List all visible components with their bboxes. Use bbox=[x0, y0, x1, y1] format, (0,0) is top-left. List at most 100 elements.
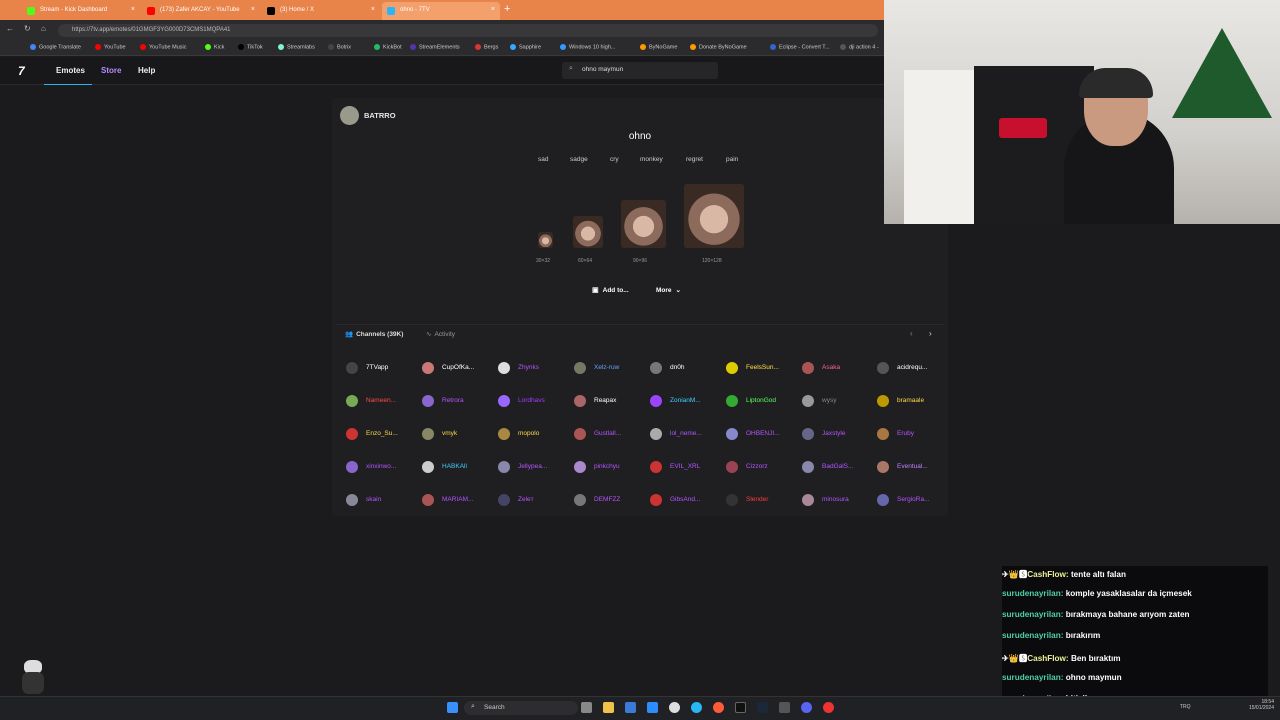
channel-name: FeelsSun... bbox=[746, 364, 779, 371]
bookmark-item[interactable]: Google Translate bbox=[30, 44, 81, 50]
nav-active-indicator bbox=[44, 84, 92, 85]
tab-channels[interactable]: 👥 Channels (39K) bbox=[345, 330, 403, 338]
channel-avatar bbox=[422, 395, 434, 407]
tag-regret[interactable]: regret bbox=[686, 156, 703, 163]
obs-icon[interactable] bbox=[735, 702, 746, 713]
tag-sadge[interactable]: sadge bbox=[570, 156, 588, 163]
discord-icon[interactable] bbox=[801, 702, 812, 713]
browser-tab[interactable]: (3) Home / X × bbox=[262, 2, 380, 20]
bookmark-label: Kick bbox=[214, 44, 225, 51]
bookmark-icon bbox=[95, 44, 101, 50]
close-tab-icon[interactable]: × bbox=[371, 6, 375, 13]
chat-username: CashFlow bbox=[1027, 654, 1066, 663]
browser-tab[interactable]: Stream - Kick Dashboard × bbox=[22, 2, 140, 20]
chat-username: surudenayrilan bbox=[1002, 589, 1061, 598]
bookmark-label: Windows 10 high... bbox=[569, 44, 616, 51]
close-tab-icon[interactable]: × bbox=[491, 6, 495, 13]
task-view-icon[interactable] bbox=[581, 702, 592, 713]
tag-cry[interactable]: cry bbox=[610, 156, 619, 163]
channel-name: xinxinwo... bbox=[366, 463, 397, 470]
bookmark-item[interactable]: YouTube Music bbox=[140, 44, 187, 50]
chevron-down-icon: ⌄ bbox=[675, 287, 681, 294]
bookmark-item[interactable]: Streamlabs bbox=[278, 44, 315, 50]
tag-monkey[interactable]: monkey bbox=[640, 156, 663, 163]
bookmark-item[interactable]: Kick bbox=[205, 44, 224, 50]
next-page-icon[interactable]: › bbox=[929, 329, 932, 338]
owner-avatar[interactable] bbox=[340, 106, 359, 125]
store-icon[interactable] bbox=[625, 702, 636, 713]
bookmark-item[interactable]: Botrix bbox=[328, 44, 351, 50]
search-input[interactable]: ⌕ ohno maymun bbox=[562, 62, 718, 79]
channel-name: minosura bbox=[822, 496, 849, 503]
address-text: https://7tv.app/emotes/01GMGF3YG000D73CM… bbox=[72, 27, 231, 33]
tray-language[interactable]: TRQ bbox=[1180, 704, 1191, 710]
channel-avatar bbox=[802, 395, 814, 407]
bookmark-item[interactable]: TikTok bbox=[238, 44, 263, 50]
channel-avatar bbox=[422, 494, 434, 506]
new-tab-button[interactable]: + bbox=[504, 3, 510, 15]
channel-avatar bbox=[877, 461, 889, 473]
reload-icon[interactable]: ↻ bbox=[24, 24, 31, 33]
bookmark-item[interactable]: Donate ByNoGame bbox=[690, 44, 747, 50]
bookmark-item[interactable]: Eclipse - Convert T... bbox=[770, 44, 830, 50]
nav-store[interactable]: Store bbox=[101, 66, 121, 75]
close-tab-icon[interactable]: × bbox=[131, 6, 135, 13]
channel-name: ZonianM... bbox=[670, 397, 701, 404]
search-icon: ⌕ bbox=[569, 65, 573, 72]
steam-icon[interactable] bbox=[757, 702, 768, 713]
channel-name: Slender bbox=[746, 496, 769, 503]
channel-name: Eventual... bbox=[897, 463, 928, 470]
bookmark-icon bbox=[510, 44, 516, 50]
bookmark-item[interactable]: ByNoGame bbox=[640, 44, 677, 50]
bookmark-item[interactable]: StreamElements bbox=[410, 44, 460, 50]
chat-message: ✈👑🆂CashFlow: tente altı falan bbox=[1002, 566, 1268, 586]
clock[interactable]: 18:54 15/01/2024 bbox=[1238, 699, 1274, 711]
address-bar[interactable]: https://7tv.app/emotes/01GMGF3YG000D73CM… bbox=[58, 24, 878, 37]
channel-name: wysy bbox=[822, 397, 837, 404]
7tv-logo[interactable]: 7 bbox=[18, 64, 25, 78]
channel-name: MARIAM... bbox=[442, 496, 474, 503]
mail-icon[interactable] bbox=[647, 702, 658, 713]
app-icon-3[interactable] bbox=[823, 702, 834, 713]
chat-message: surudenayrilan: bırakmaya bahane arıyom … bbox=[1002, 608, 1268, 628]
more-button[interactable]: More ⌄ bbox=[656, 286, 692, 297]
nav-help[interactable]: Help bbox=[138, 66, 155, 75]
owner-name[interactable]: BATRRO bbox=[364, 111, 396, 120]
add-to-button[interactable]: ▣ Add to... bbox=[592, 286, 640, 297]
browser-tab[interactable]: ohno - 7TV × bbox=[382, 2, 500, 20]
edge-icon[interactable] bbox=[691, 702, 702, 713]
app-icon[interactable] bbox=[713, 702, 724, 713]
bookmark-item[interactable]: Sapphire bbox=[510, 44, 541, 50]
bookmark-item[interactable]: Windows 10 high... bbox=[560, 44, 615, 50]
channel-name: dn0h bbox=[670, 364, 685, 371]
tab-label: Stream - Kick Dashboard bbox=[40, 7, 108, 13]
channel-name: Retrora bbox=[442, 397, 464, 404]
tag-sad[interactable]: sad bbox=[538, 156, 548, 163]
app-icon-2[interactable] bbox=[779, 702, 790, 713]
tab-activity[interactable]: ∿ Activity bbox=[426, 330, 455, 338]
browser-tab[interactable]: (173) Zafer AKCAY - YouTube × bbox=[142, 2, 260, 20]
bookmark-item[interactable]: KickBot bbox=[374, 44, 402, 50]
bookmark-item[interactable]: YouTube bbox=[95, 44, 126, 50]
channel-avatar bbox=[802, 428, 814, 440]
file-explorer-icon[interactable] bbox=[603, 702, 614, 713]
back-icon[interactable]: ← bbox=[6, 24, 14, 33]
close-tab-icon[interactable]: × bbox=[251, 6, 255, 13]
taskbar-search-label: Search bbox=[484, 704, 505, 711]
channel-name: pinkchyu bbox=[594, 463, 620, 470]
emote-name: ohno bbox=[628, 131, 652, 142]
taskbar-search[interactable]: ⌕ Search bbox=[464, 701, 578, 715]
tab-favicon-icon bbox=[267, 7, 275, 15]
prev-page-icon[interactable]: ‹ bbox=[910, 329, 913, 338]
tag-pain[interactable]: pain bbox=[726, 156, 738, 163]
chat-message: ✈👑🆂CashFlow: Ben bıraktım bbox=[1002, 650, 1268, 670]
nav-emotes[interactable]: Emotes bbox=[56, 66, 85, 75]
channel-name: GibsAnd... bbox=[670, 496, 701, 503]
chrome-icon[interactable] bbox=[669, 702, 680, 713]
bookmark-item[interactable]: dji action 4 - bbox=[840, 44, 879, 50]
tab-favicon-icon bbox=[147, 7, 155, 15]
home-icon[interactable]: ⌂ bbox=[41, 24, 46, 33]
windows-start-icon[interactable] bbox=[447, 702, 458, 713]
channel-avatar bbox=[422, 362, 434, 374]
bookmark-item[interactable]: Bergs bbox=[475, 44, 498, 50]
